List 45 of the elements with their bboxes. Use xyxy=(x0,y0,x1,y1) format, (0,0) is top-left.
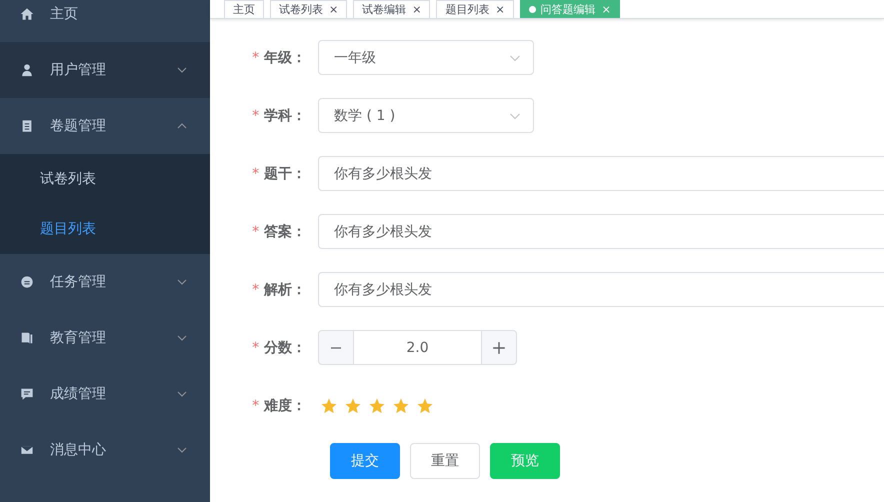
star-icon[interactable] xyxy=(344,396,362,414)
star-icon[interactable] xyxy=(416,396,434,414)
menu-item[interactable]: 教育管理 xyxy=(0,310,210,366)
paper-icon xyxy=(20,119,34,133)
select-field[interactable]: 数学 ( 1 ) xyxy=(318,98,534,133)
user-icon xyxy=(20,63,34,77)
menu-item[interactable]: 消息中心 xyxy=(0,422,210,478)
menu-item[interactable]: 任务管理 xyxy=(0,254,210,310)
star-icon[interactable] xyxy=(368,396,386,414)
action-button[interactable]: 提交 xyxy=(330,443,400,479)
close-icon[interactable]: × xyxy=(495,3,505,16)
menu-item[interactable]: 卷题管理 xyxy=(0,98,210,154)
menu-item[interactable]: 主页 xyxy=(0,0,210,42)
field-label: * 分数： xyxy=(251,338,307,356)
submenu-item[interactable]: 题目列表 xyxy=(0,204,210,254)
increment-button[interactable] xyxy=(481,330,517,365)
menu-item[interactable]: 成绩管理 xyxy=(0,366,210,422)
star-icon[interactable] xyxy=(392,396,410,414)
action-button[interactable]: 重置 xyxy=(410,443,480,479)
book-icon xyxy=(20,331,34,345)
field-label: * 解析： xyxy=(251,280,307,298)
minus-icon xyxy=(329,346,343,348)
input-field[interactable]: 你有多少根头发 xyxy=(318,214,884,249)
input-field[interactable]: 你有多少根头发 xyxy=(318,156,884,191)
submenu-item[interactable]: 试卷列表 xyxy=(0,154,210,204)
home-icon xyxy=(20,7,34,21)
tab[interactable]: 试卷编辑 × xyxy=(353,0,430,18)
close-icon[interactable]: × xyxy=(412,3,422,16)
chat-icon xyxy=(20,387,34,401)
star-icon[interactable] xyxy=(320,396,338,414)
tab[interactable]: 主页 xyxy=(224,0,264,18)
close-icon[interactable]: × xyxy=(329,3,338,16)
field-label: * 学科： xyxy=(251,106,307,124)
input-field[interactable]: 你有多少根头发 xyxy=(318,272,884,307)
field-label: * 题干： xyxy=(251,164,307,182)
plus-icon xyxy=(492,340,506,354)
decrement-button[interactable] xyxy=(318,330,354,365)
tab[interactable]: 题目列表 × xyxy=(436,0,514,18)
menu-item[interactable]: 用户管理 xyxy=(0,42,210,98)
field-label: * 答案： xyxy=(251,222,307,240)
select-field[interactable]: 一年级 xyxy=(318,40,534,75)
tab[interactable]: 试卷列表 × xyxy=(270,0,348,18)
field-label: * 难度： xyxy=(251,396,307,414)
field-label: * 年级： xyxy=(251,48,307,66)
mail-icon xyxy=(20,443,34,457)
